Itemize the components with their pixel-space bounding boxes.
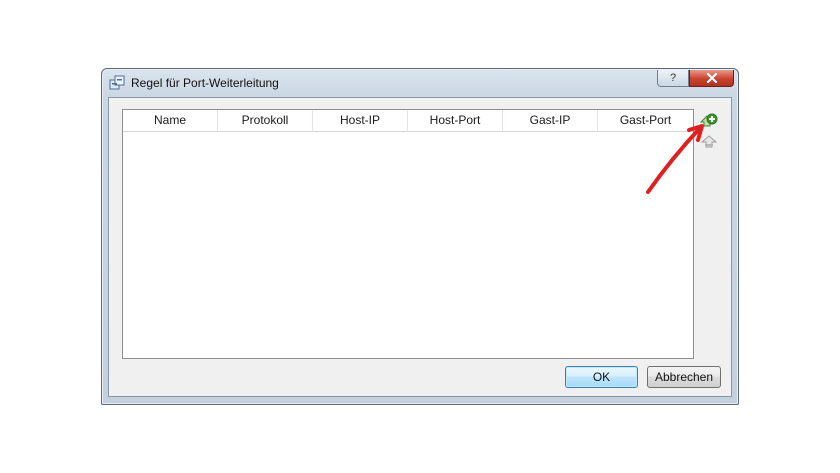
cancel-button[interactable]: Abbrechen — [647, 366, 721, 388]
table-body[interactable] — [123, 132, 693, 358]
question-icon: ? — [669, 72, 677, 84]
dialog-content: Name Protokoll Host-IP Host-Port Gast-IP… — [108, 97, 732, 397]
column-header-host-port[interactable]: Host-Port — [408, 110, 503, 132]
remove-rule-icon — [700, 135, 718, 148]
remove-rule-button[interactable] — [699, 132, 719, 152]
column-header-host-ip[interactable]: Host-IP — [313, 110, 408, 132]
column-header-protocol[interactable]: Protokoll — [218, 110, 313, 132]
close-icon — [706, 73, 717, 83]
ok-button[interactable]: OK — [565, 366, 638, 388]
column-header-name[interactable]: Name — [123, 110, 218, 132]
help-button[interactable]: ? — [657, 70, 689, 87]
rules-table[interactable]: Name Protokoll Host-IP Host-Port Gast-IP… — [122, 109, 694, 359]
dialog-title: Regel für Port-Weiterleitung — [131, 76, 279, 90]
add-rule-button[interactable] — [699, 111, 719, 131]
title-bar[interactable]: Regel für Port-Weiterleitung ? — [102, 69, 738, 97]
network-ports-icon — [109, 75, 125, 90]
table-header: Name Protokoll Host-IP Host-Port Gast-IP… — [123, 110, 693, 132]
close-button[interactable] — [689, 70, 734, 87]
column-header-guest-ip[interactable]: Gast-IP — [503, 110, 598, 132]
port-forwarding-dialog: Regel für Port-Weiterleitung ? Name Prot… — [101, 68, 739, 405]
column-header-guest-port[interactable]: Gast-Port — [598, 110, 693, 132]
add-rule-icon — [700, 113, 718, 127]
